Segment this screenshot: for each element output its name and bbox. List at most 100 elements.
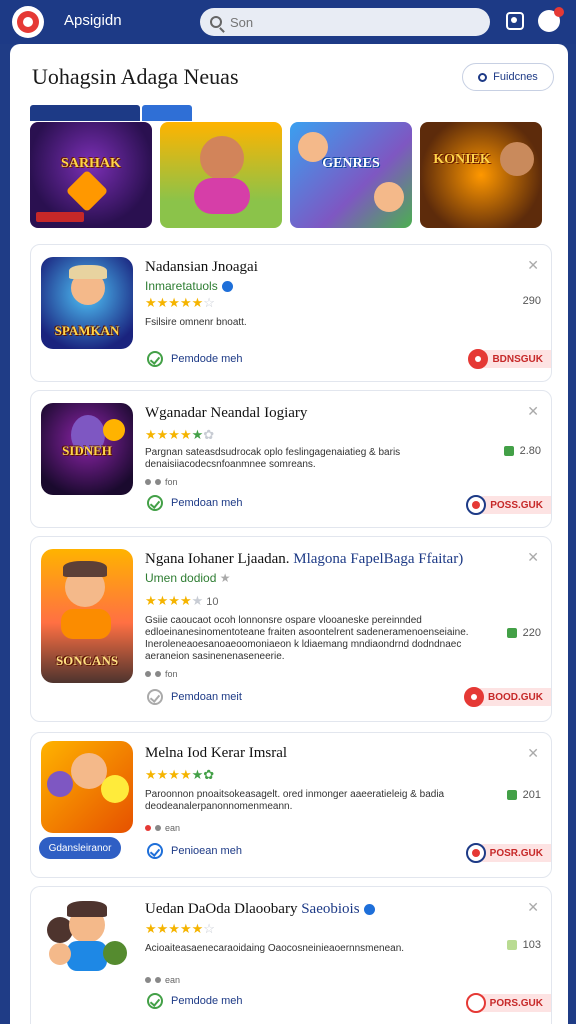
app-title-highlight: Mlagona FapelBaga Ffaitar)	[293, 551, 464, 567]
app-card[interactable]: SPAMKAN Nadansian Jnoagai Inmaretatuols …	[30, 244, 552, 382]
featured-tile-3[interactable]: GENRES	[290, 122, 412, 228]
app-thumbnail[interactable]: SONCANS	[41, 549, 133, 683]
download-label: Pemdode meh	[171, 995, 243, 1007]
download-count-text: 290	[522, 295, 541, 307]
close-icon[interactable]: ✕	[527, 257, 539, 274]
featured-art-3b	[374, 182, 404, 212]
thumbnail-body	[67, 941, 107, 971]
get-button[interactable]: BDNSGUK	[468, 349, 551, 369]
close-icon[interactable]: ✕	[527, 899, 539, 916]
featured-tile-2[interactable]	[160, 122, 282, 228]
meta-dot	[155, 479, 161, 485]
featured-tile-1[interactable]: SARHAK	[30, 122, 152, 228]
app-thumbnail[interactable]	[41, 897, 133, 989]
check-circle-icon	[147, 843, 163, 859]
app-meta: ean	[145, 975, 180, 985]
rating-number: 10	[206, 596, 219, 608]
app-name: Apsigidn	[64, 12, 122, 29]
featured-badge-1	[36, 212, 84, 222]
get-label: PORS.GUK	[481, 994, 551, 1012]
app-thumbnail[interactable]: SPAMKAN	[41, 257, 133, 349]
download-label: Pemdoan meh	[171, 497, 243, 509]
app-title-text: Nadansian Jnoagai	[145, 259, 258, 275]
meta-text: fon	[165, 477, 178, 487]
record-icon	[464, 687, 484, 707]
search-input[interactable]	[230, 14, 430, 30]
thumbnail-hair	[67, 901, 107, 917]
close-icon[interactable]: ✕	[527, 745, 539, 762]
record-icon	[465, 843, 486, 863]
app-card[interactable]: SONCANS Ngana Iohaner Ljaadan. Mlagona F…	[30, 536, 552, 722]
close-icon[interactable]: ✕	[527, 549, 539, 566]
app-title-highlight: Saeobiois	[301, 901, 360, 917]
top-app-bar: Apsigidn	[0, 0, 576, 44]
profile-avatar-icon[interactable]	[538, 7, 564, 32]
featured-tags	[30, 105, 282, 121]
meta-dot	[155, 825, 161, 831]
rating-stars: ★★★★★ 10	[145, 593, 219, 608]
meta-dot	[155, 671, 161, 677]
search-icon	[210, 16, 222, 28]
download-count: 290	[523, 295, 541, 307]
download-count: 2.80	[503, 445, 541, 457]
thumbnail-companion-2	[101, 775, 129, 803]
filter-button[interactable]: Fuidcnes	[462, 63, 554, 91]
app-description: Acioaiteasaenecaraoidaing Oaocosneinieao…	[145, 943, 405, 954]
featured-art-text-1: SARHAK	[61, 156, 121, 171]
thumbnail-flame	[103, 419, 125, 441]
download-button[interactable]: Pemdode meh	[147, 993, 243, 1009]
app-thumbnail[interactable]: SIDNEH	[41, 403, 133, 495]
download-label: Pemdoan meit	[171, 691, 242, 703]
meta-text: fon	[165, 669, 178, 679]
get-button[interactable]: BOOD.GUK	[464, 687, 551, 707]
meta-dot	[145, 825, 151, 831]
download-button[interactable]: Penioean meh	[147, 843, 242, 859]
featured-tile-4[interactable]: KONIEK	[420, 122, 542, 228]
meta-dot	[155, 977, 161, 983]
verified-icon	[221, 281, 233, 293]
install-badge[interactable]: Gdansleiranor	[39, 837, 121, 859]
app-developer: Umen dodiod ★	[145, 571, 231, 585]
thumbnail-text: SONCANS	[55, 653, 119, 668]
heart-circle-icon	[147, 689, 163, 705]
library-icon[interactable]	[506, 12, 524, 30]
app-developer-text: Inmaretatuols	[145, 279, 218, 293]
get-label: BOOD.GUK	[480, 688, 551, 706]
thumbnail-text: SPAMKAN	[54, 323, 120, 338]
close-icon[interactable]: ✕	[527, 403, 539, 420]
app-thumbnail[interactable]	[41, 741, 133, 833]
featured-art-text-3: GENRES	[322, 156, 380, 171]
app-card[interactable]: Gdansleiranor Melna Iod Kerar Imsral ★★★…	[30, 732, 552, 878]
featured-tag-right	[142, 105, 192, 121]
get-label: BDNSGUK	[484, 350, 551, 368]
thumbnail-hat	[69, 265, 107, 279]
thumbs-up-icon	[503, 446, 514, 456]
app-card[interactable]: SIDNEH Wganadar Neandal Iogiary ★★★★★✿ P…	[30, 390, 552, 528]
meta-dot	[145, 977, 151, 983]
download-count-text: 201	[522, 789, 541, 801]
app-meta: fon	[145, 669, 178, 679]
get-label: POSR.GUK	[481, 844, 551, 862]
download-button[interactable]: Pemdode meh	[147, 351, 243, 367]
get-label: POSS.GUK	[482, 496, 551, 514]
download-button[interactable]: Pemdoan meit	[147, 689, 242, 705]
check-circle-icon	[147, 351, 163, 367]
download-button[interactable]: Pemdoan meh	[147, 495, 243, 511]
thumbnail-ring-right	[103, 941, 127, 965]
app-logo-icon[interactable]	[12, 6, 44, 38]
get-button[interactable]: POSR.GUK	[465, 843, 551, 863]
get-button[interactable]: POSS.GUK	[466, 495, 551, 515]
download-label: Penioean meh	[171, 845, 242, 857]
app-title: Melna Iod Kerar Imsral	[145, 745, 288, 761]
search-bar[interactable]	[200, 8, 490, 36]
app-title: Nadansian Jnoagai	[145, 259, 258, 276]
app-description: Paroonnon pnoaitsokeasagelt. ored inmong…	[145, 789, 445, 812]
get-button[interactable]: PORS.GUK	[465, 993, 551, 1013]
download-count: 201	[506, 789, 541, 801]
featured-art-2b	[194, 178, 250, 214]
app-card[interactable]: Uedan DaOda Dlaoobary Saeobiois ★★★★★☆ A…	[30, 886, 552, 1024]
meta-text: ean	[165, 975, 181, 985]
rating-stars: ★★★★★☆	[145, 295, 215, 310]
app-title: Wganadar Neandal Iogiary	[145, 405, 308, 421]
download-count-text: 103	[522, 939, 541, 951]
